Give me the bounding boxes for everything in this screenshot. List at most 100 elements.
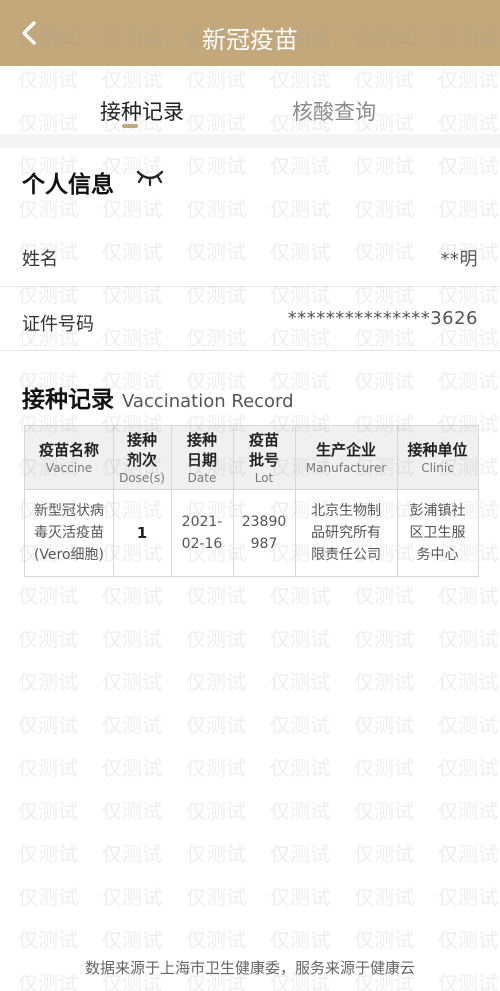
cell-clinic: 彭浦镇社 区卫生服 务中心 [397, 490, 478, 576]
watermark-text: 仅测试 [18, 928, 78, 952]
name-value: **明 [440, 249, 478, 270]
tab-vaccination-record[interactable]: 接种记录 [100, 96, 184, 126]
column-header-date: 接种日期 Date [171, 426, 233, 490]
watermark-text: 仅测试 [18, 885, 78, 909]
watermark-text: 仅测试 [186, 154, 246, 178]
section-gap [0, 134, 500, 148]
watermark-text: 仅测试 [18, 756, 78, 780]
watermark-text: 仅测试 [18, 842, 78, 866]
id-number-label: 证件号码 [22, 314, 94, 335]
column-header-cn: 生产企业 [315, 441, 376, 459]
watermark-text: 仅测试 [438, 928, 498, 952]
divider [0, 286, 500, 287]
tab-bar: 接种记录 核酸查询 [0, 66, 500, 134]
watermark-text: 仅测试 [270, 885, 330, 909]
watermark-text: 仅测试 [186, 326, 246, 350]
watermark-text: 仅测试 [270, 627, 330, 651]
id-number-value: ***************3626 [287, 308, 478, 329]
watermark-text: 仅测试 [354, 154, 414, 178]
watermark-text: 仅测试 [354, 240, 414, 264]
watermark-text: 仅测试 [186, 928, 246, 952]
watermark-text: 仅测试 [270, 240, 330, 264]
watermark-text: 仅测试 [270, 842, 330, 866]
column-header-en: Manufacturer [305, 461, 387, 475]
watermark-text: 仅测试 [270, 584, 330, 608]
watermark-text: 仅测试 [186, 197, 246, 221]
watermark-text: 仅测试 [102, 885, 162, 909]
column-header-cn: 疫苗名称 [38, 441, 99, 459]
watermark-text: 仅测试 [438, 842, 498, 866]
name-label: 姓名 [22, 249, 58, 270]
watermark-text: 仅测试 [186, 627, 246, 651]
tab-nucleic-acid-query[interactable]: 核酸查询 [292, 96, 376, 126]
cell-line: 彭浦镇社 [409, 503, 466, 519]
column-header-vaccine: 疫苗名称 Vaccine [25, 426, 113, 490]
watermark-text: 仅测试 [102, 627, 162, 651]
watermark-text: 仅测试 [186, 584, 246, 608]
watermark-text: 仅测试 [186, 842, 246, 866]
watermark-text: 仅测试 [102, 842, 162, 866]
watermark-text: 仅测试 [186, 756, 246, 780]
cell-line: (Vero细胞) [33, 547, 105, 563]
watermark-text: 仅测试 [438, 627, 498, 651]
column-header-cn: 接种单位 [407, 441, 468, 459]
cell-line: 区卫生服 [409, 525, 466, 541]
column-header-en: Date [187, 471, 217, 485]
watermark-text: 仅测试 [354, 584, 414, 608]
active-tab-indicator [122, 124, 138, 128]
watermark-text: 仅测试 [186, 240, 246, 264]
watermark-text: 仅测试 [438, 670, 498, 694]
data-source-footer: 数据来源于上海市卫生健康委，服务来源于健康云 [84, 959, 415, 977]
watermark-text: 仅测试 [270, 670, 330, 694]
watermark-text: 仅测试 [102, 584, 162, 608]
watermark-text: 仅测试 [438, 326, 498, 350]
watermark-text: 仅测试 [438, 584, 498, 608]
watermark-text: 仅测试 [270, 326, 330, 350]
column-header-en: Lot [254, 471, 274, 485]
watermark-text: 仅测试 [438, 197, 498, 221]
watermark-text: 仅测试 [438, 756, 498, 780]
watermark-text: 仅测试 [186, 713, 246, 737]
visibility-toggle-button[interactable] [136, 168, 164, 190]
watermark-text: 仅测试 [438, 713, 498, 737]
cell-date: 2021- 02-16 [171, 490, 233, 576]
watermark-text: 仅测试 [270, 154, 330, 178]
column-header-cn: 疫苗批号 [248, 431, 279, 469]
cell-line: 限责任公司 [311, 547, 381, 563]
column-header-en: Dose(s) [119, 471, 165, 485]
cell-manufacturer: 北京生物制 品研究所有 限责任公司 [295, 490, 397, 576]
column-header-dose: 接种剂次 Dose(s) [113, 426, 171, 490]
watermark-text: 仅测试 [354, 369, 414, 393]
watermark-text: 仅测试 [438, 154, 498, 178]
cell-line: 新型冠状病 [34, 503, 104, 519]
watermark-text: 仅测试 [102, 928, 162, 952]
personal-info-title: 个人信息 [22, 172, 114, 198]
watermark-text: 仅测试 [102, 197, 162, 221]
cell-line: 品研究所有 [311, 525, 381, 541]
watermark-text: 仅测试 [270, 197, 330, 221]
cell-line: 北京生物制 [311, 503, 381, 519]
watermark-text: 仅测试 [270, 928, 330, 952]
cell-line: 1 [136, 524, 148, 542]
vaccination-table: 疫苗名称 Vaccine 接种剂次 Dose(s) 接种日期 Date 疫苗批号… [24, 425, 479, 577]
watermark-text: 仅测试 [102, 240, 162, 264]
watermark-text: 仅测试 [354, 928, 414, 952]
watermark-text: 仅测试 [438, 799, 498, 823]
watermark-text: 仅测试 [354, 842, 414, 866]
watermark-text: 仅测试 [438, 885, 498, 909]
watermark-text: 仅测试 [102, 326, 162, 350]
cell-lot: 23890 987 [233, 490, 295, 576]
cell-vaccine: 新型冠状病 毒灭活疫苗 (Vero细胞) [25, 490, 113, 576]
page-title: 新冠疫苗 [202, 26, 298, 54]
record-title-cn: 接种记录 [22, 387, 114, 413]
watermark-text: 仅测试 [354, 885, 414, 909]
watermark-text: 仅测试 [18, 197, 78, 221]
watermark-text: 仅测试 [354, 713, 414, 737]
watermark-text: 仅测试 [102, 713, 162, 737]
cell-line: 务中心 [416, 547, 459, 563]
watermark-text: 仅测试 [102, 670, 162, 694]
cell-line: 2021- [181, 514, 223, 530]
cell-line: 23890 [241, 514, 287, 530]
column-header-en: Vaccine [45, 461, 93, 475]
watermark-text: 仅测试 [354, 326, 414, 350]
